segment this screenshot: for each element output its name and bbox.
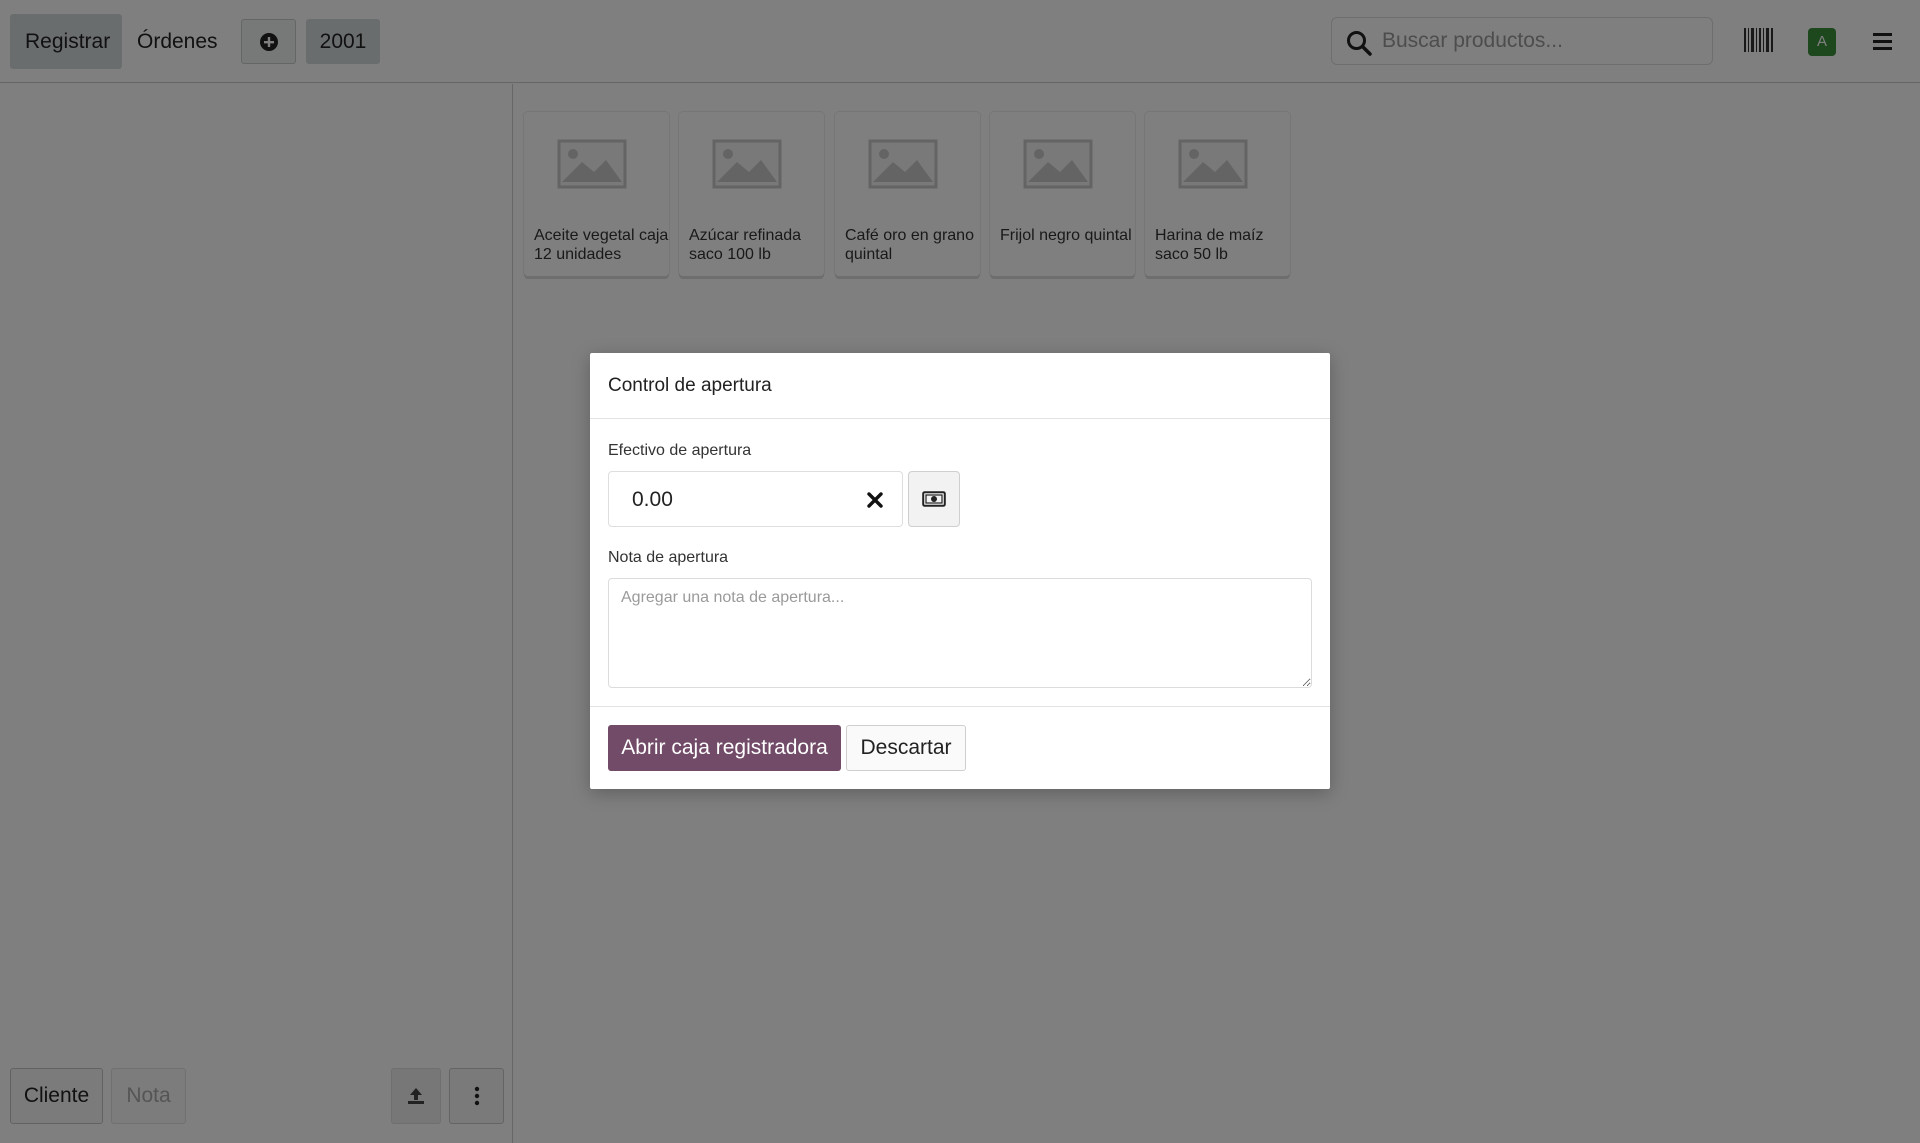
clear-icon[interactable]	[867, 492, 883, 508]
dialog-footer: Abrir caja registradora Descartar	[590, 706, 1330, 789]
opening-cash-value[interactable]: 0.00	[632, 488, 673, 512]
money-bill-icon	[922, 491, 946, 507]
opening-note-label: Nota de apertura	[608, 549, 729, 566]
opening-note-textarea[interactable]	[608, 578, 1312, 688]
open-register-button[interactable]: Abrir caja registradora	[608, 725, 841, 771]
discard-button[interactable]: Descartar	[846, 725, 966, 771]
opening-control-dialog: Control de apertura Efectivo de apertura…	[590, 353, 1330, 789]
cash-details-button[interactable]	[908, 471, 960, 527]
opening-cash-label: Efectivo de apertura	[608, 442, 752, 459]
dialog-header: Control de apertura	[590, 353, 1330, 419]
dialog-title: Control de apertura	[608, 375, 772, 396]
opening-cash-input[interactable]: 0.00	[608, 471, 903, 527]
